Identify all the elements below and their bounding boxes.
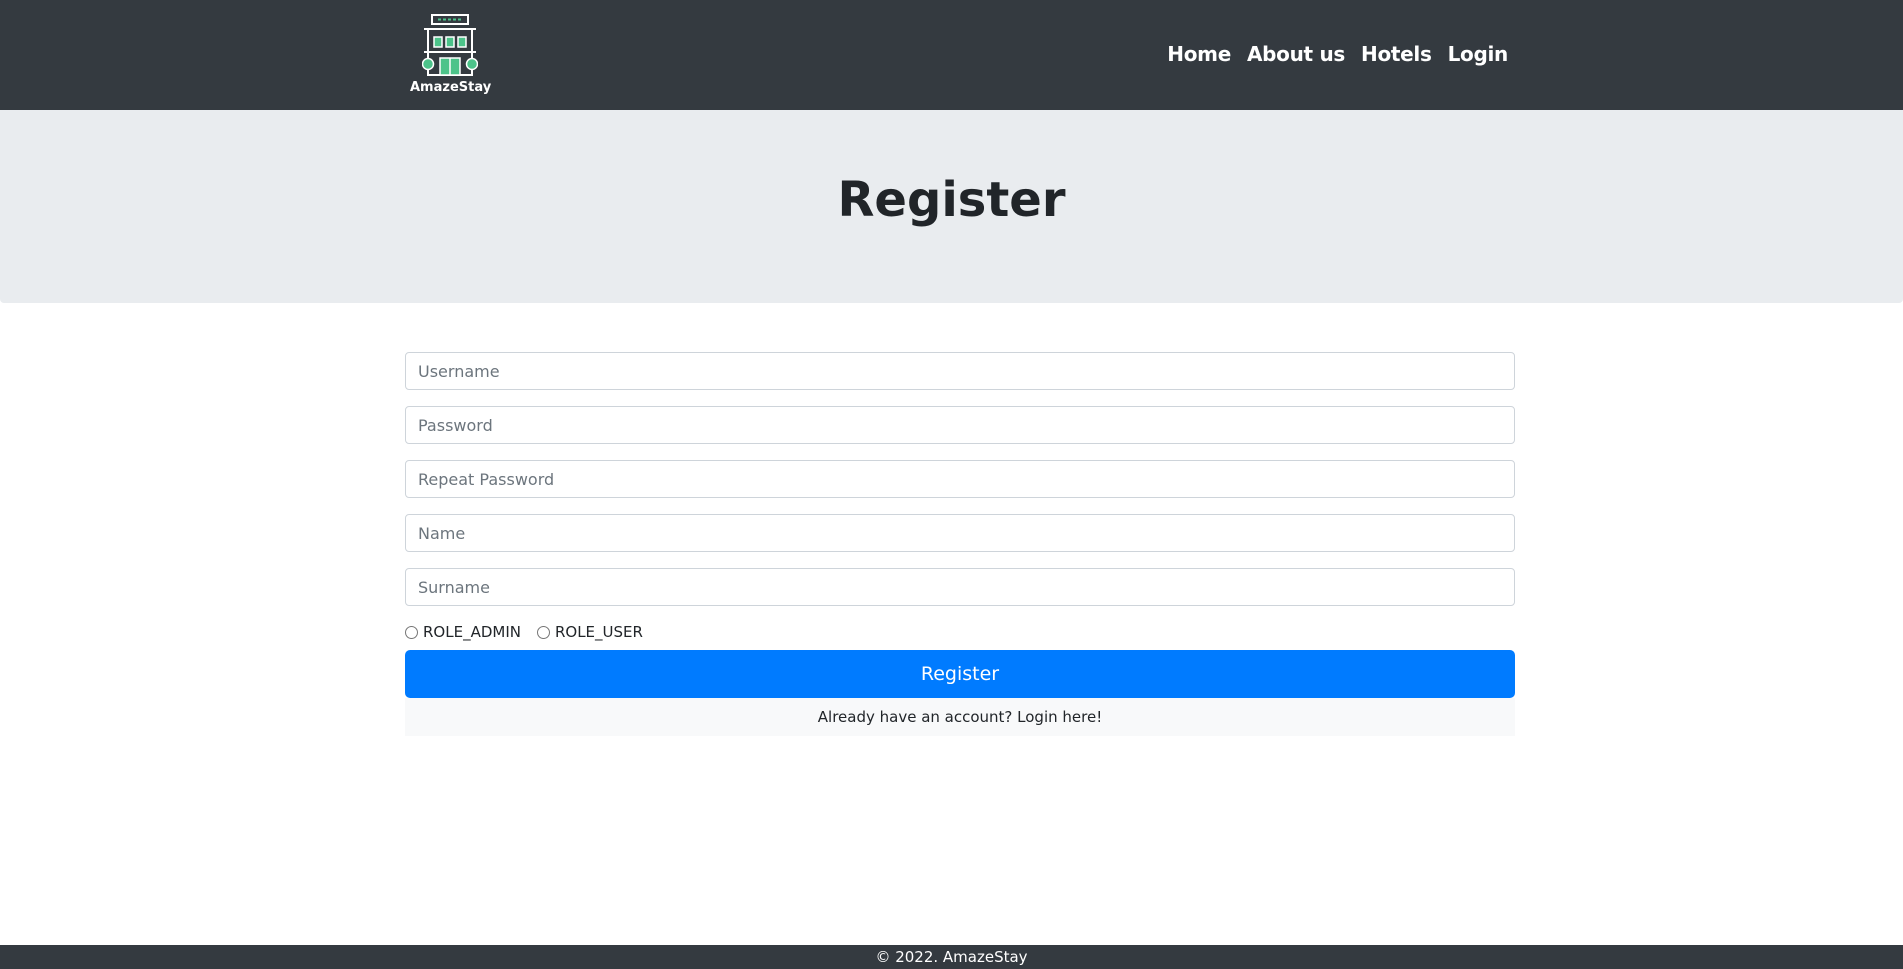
register-button[interactable]: Register (405, 650, 1515, 698)
role-radio-group: ROLE_ADMIN ROLE_USER (405, 622, 1515, 642)
page-title: Register (837, 172, 1066, 228)
footer: © 2022. AmazeStay (0, 945, 1903, 969)
username-input[interactable] (405, 352, 1515, 390)
nav-hotels-link[interactable]: Hotels (1361, 42, 1432, 66)
role-admin-option[interactable]: ROLE_ADMIN (405, 623, 521, 641)
register-form: ROLE_ADMIN ROLE_USER Register Already ha… (405, 352, 1515, 736)
role-user-option[interactable]: ROLE_USER (536, 623, 643, 641)
brand-name: AmazeStay (410, 80, 492, 95)
password-input[interactable] (405, 406, 1515, 444)
navbar: AmazeStay Home About us Hotels Login (0, 0, 1903, 110)
brand-logo[interactable]: AmazeStay (410, 12, 492, 96)
nav-links: Home About us Hotels Login (1167, 42, 1508, 66)
page-header: Register (0, 110, 1903, 303)
surname-input[interactable] (405, 568, 1515, 606)
role-user-radio[interactable] (536, 625, 550, 639)
role-user-label: ROLE_USER (554, 623, 643, 641)
login-link-bar: Already have an account? Login here! (405, 698, 1515, 736)
nav-home-link[interactable]: Home (1167, 42, 1231, 66)
role-admin-radio[interactable] (405, 625, 418, 639)
copyright-text: © 2022. AmazeStay (875, 948, 1028, 966)
login-here-link[interactable]: Already have an account? Login here! (818, 708, 1102, 726)
role-admin-label: ROLE_ADMIN (423, 623, 521, 641)
name-input[interactable] (405, 514, 1515, 552)
repeat-password-input[interactable] (405, 460, 1515, 498)
nav-login-link[interactable]: Login (1448, 42, 1509, 66)
hotel-building-icon (422, 14, 478, 76)
nav-about-link[interactable]: About us (1247, 42, 1345, 66)
